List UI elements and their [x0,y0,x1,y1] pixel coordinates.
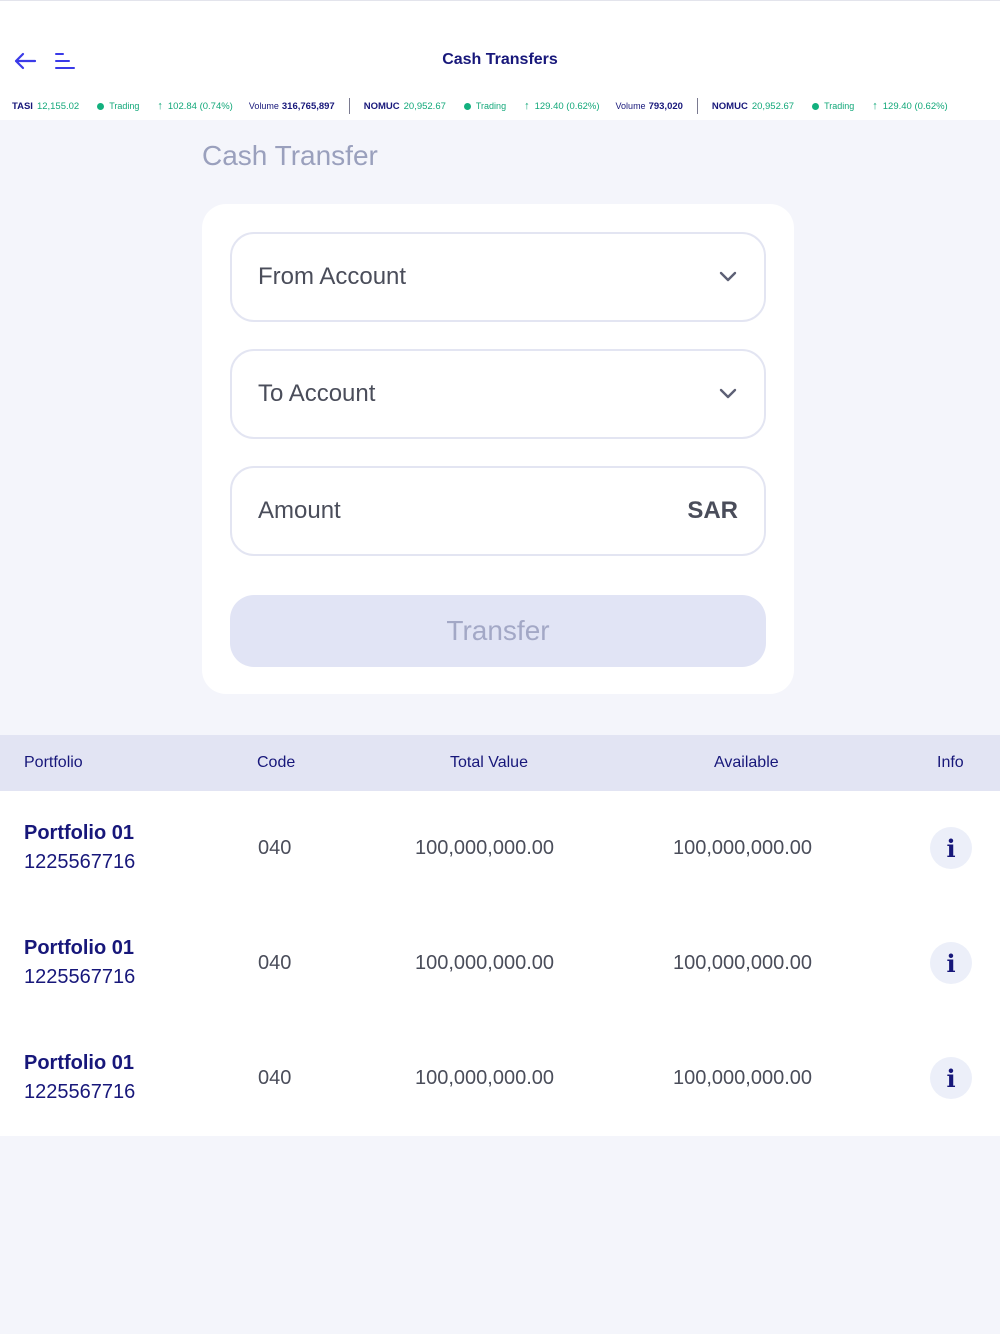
total-value-cell: 100,000,000.00 [415,837,555,859]
total-value-cell: 100,000,000.00 [415,952,555,974]
to-account-select[interactable]: To Account [230,349,766,439]
arrow-up-icon: ↑ [157,100,163,112]
info-button[interactable]: i [930,1057,972,1099]
ticker-item[interactable]: NOMUC 20,952.67 Trading ↑ 129.40 (0.62%) [712,100,964,112]
table-row[interactable]: Portfolio 01 1225567716 040 100,000,000.… [0,1021,1000,1136]
portfolio-name: Portfolio 01 [24,822,135,844]
available-cell: 100,000,000.00 [673,837,813,859]
transfer-button[interactable]: Transfer [230,595,766,667]
available-cell: 100,000,000.00 [673,1067,813,1089]
ticker-change: 102.84 (0.74%) [167,100,233,112]
ticker-value: 20,952.67 [751,100,795,112]
to-account-label: To Account [258,380,376,407]
amount-input[interactable]: Amount SAR [230,466,766,556]
portfolio-number: 1225567716 [24,966,136,988]
market-ticker: TASI 12,155.02 Trading ↑ 102.84 (0.74%) … [0,97,1000,115]
status-dot-icon [812,102,820,110]
ticker-volume: 316,765,897 [281,100,335,112]
arrow-up-icon: ↑ [872,100,878,112]
cash-transfer-card: From Account To Account Amount SAR Trans… [202,204,794,694]
table-header: Portfolio Code Total Value Available Inf… [0,735,1000,791]
total-value-cell: 100,000,000.00 [415,1067,555,1089]
portfolio-cell: Portfolio 01 1225567716 [24,821,135,876]
portfolio-name: Portfolio 01 [24,937,135,959]
form-title: Cash Transfer [202,140,378,171]
available-cell: 100,000,000.00 [673,952,813,974]
chevron-down-icon [719,388,737,399]
ticker-status: Trading [475,101,507,111]
info-icon: i [946,1063,956,1093]
code-cell: 040 [258,837,292,859]
ticker-divider [696,98,698,114]
from-account-select[interactable]: From Account [230,232,766,322]
code-cell: 040 [258,952,292,974]
table-row[interactable]: Portfolio 01 1225567716 040 100,000,000.… [0,906,1000,1021]
ticker-status: Trading [824,101,855,111]
column-header-portfolio: Portfolio [24,754,83,771]
currency-label: SAR [687,497,738,524]
arrow-up-icon: ↑ [524,100,530,112]
status-dot-icon [97,102,105,110]
top-bar: Cash Transfers TASI 12,155.02 Trading ↑ … [0,0,1000,120]
status-dot-icon [463,102,471,110]
ticker-value: 20,952.67 [403,100,446,112]
ticker-symbol: NOMUC [363,100,400,112]
portfolio-number: 1225567716 [24,851,136,873]
ticker-volume: 793,020 [648,100,683,112]
ticker-symbol: TASI [12,100,33,112]
column-header-available: Available [714,754,779,771]
portfolio-number: 1225567716 [24,1081,136,1103]
chevron-down-icon [719,271,737,282]
from-account-label: From Account [258,263,407,290]
column-header-info: Info [937,754,964,771]
portfolio-name: Portfolio 01 [24,1052,135,1074]
portfolio-table: Portfolio Code Total Value Available Inf… [0,735,1000,1136]
info-button[interactable]: i [930,942,972,984]
ticker-divider [348,98,350,114]
info-icon: i [946,948,956,978]
portfolio-cell: Portfolio 01 1225567716 [24,936,135,991]
portfolio-cell: Portfolio 01 1225567716 [24,1051,135,1106]
code-cell: 040 [258,1067,292,1089]
table-body: Portfolio 01 1225567716 040 100,000,000.… [0,791,1000,1136]
amount-label: Amount [258,497,341,524]
ticker-symbol: NOMUC [711,100,748,112]
ticker-change: 129.40 (0.62%) [882,100,948,112]
ticker-change: 129.40 (0.62%) [534,100,600,112]
ticker-volume-label: Volume [615,101,646,111]
info-button[interactable]: i [930,827,972,869]
column-header-total-value: Total Value [450,754,528,771]
column-header-code: Code [257,754,296,771]
info-icon: i [946,833,956,863]
ticker-item[interactable]: TASI 12,155.02 Trading ↑ 102.84 (0.74%) … [12,100,349,112]
table-row[interactable]: Portfolio 01 1225567716 040 100,000,000.… [0,791,1000,906]
ticker-item[interactable]: NOMUC 20,952.67 Trading ↑ 129.40 (0.62%)… [364,100,697,112]
ticker-volume-label: Volume [248,101,279,111]
ticker-status: Trading [109,101,140,111]
ticker-value: 12,155.02 [36,100,80,112]
page-title: Cash Transfers [442,51,558,68]
